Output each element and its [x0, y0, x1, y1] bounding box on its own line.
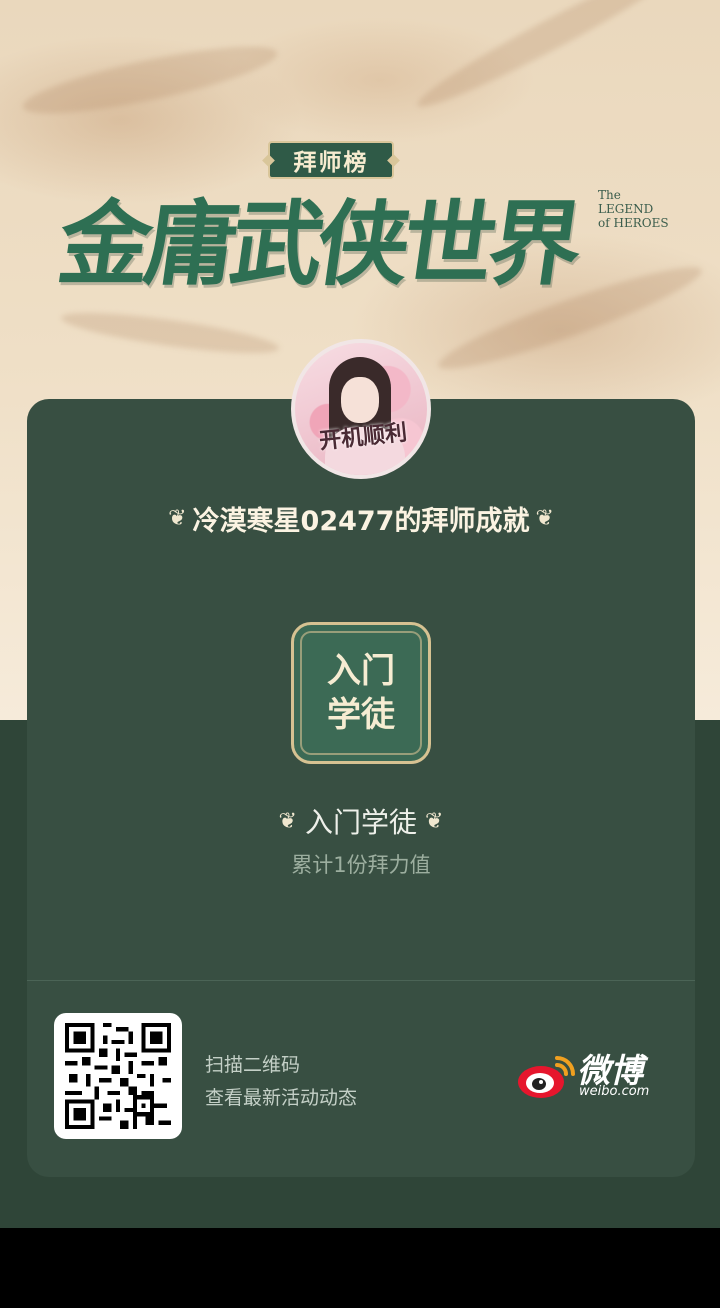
qr-code-icon	[65, 1023, 171, 1129]
level-emblem: 入门 学徒	[291, 622, 431, 764]
laurel-left-icon: ❦	[278, 808, 297, 834]
laurel-left-icon: ❦	[168, 505, 187, 531]
achievement-card: ❦ 冷漠寒星02477的拜师成就 ❦ 入门 学徒 ❦ 入门学徒 ❦ 累计1份拜力…	[27, 399, 695, 1177]
bottom-black-bar	[0, 1228, 720, 1308]
achievement-title: ❦ 冷漠寒星02477的拜师成就 ❦	[27, 495, 695, 541]
level-name-text: 入门学徒	[304, 806, 417, 839]
level-description: 累计1份拜力值	[291, 853, 431, 877]
scan-qr-subhint: 查看最新活动动态	[205, 1087, 358, 1109]
weibo-domain: weibo.com	[579, 1084, 650, 1099]
laurel-right-icon: ❦	[535, 505, 554, 531]
poster: 拜师榜 金庸武侠世界 The LEGEND of HEROES ❦ 冷漠寒星02…	[0, 0, 720, 1228]
laurel-right-icon: ❦	[425, 808, 444, 834]
level-name: ❦ 入门学徒 ❦	[27, 799, 695, 843]
emblem-line-1: 入门	[327, 651, 395, 691]
legend-of-heroes-text: The LEGEND of HEROES	[598, 188, 669, 230]
scan-qr-hint: 扫描二维码	[205, 1054, 301, 1076]
qr-code[interactable]	[54, 1013, 182, 1139]
game-title-logo: 金庸武侠世界	[51, 190, 584, 298]
card-divider	[27, 980, 695, 981]
weibo-logo-icon	[518, 1056, 575, 1098]
weibo-brand[interactable]: 微博 weibo.com	[517, 1044, 667, 1104]
avatar[interactable]: 开机顺利	[291, 339, 431, 479]
emblem-line-2: 学徒	[327, 695, 395, 735]
achievement-title-text: 冷漠寒星02477的拜师成就	[192, 505, 530, 537]
